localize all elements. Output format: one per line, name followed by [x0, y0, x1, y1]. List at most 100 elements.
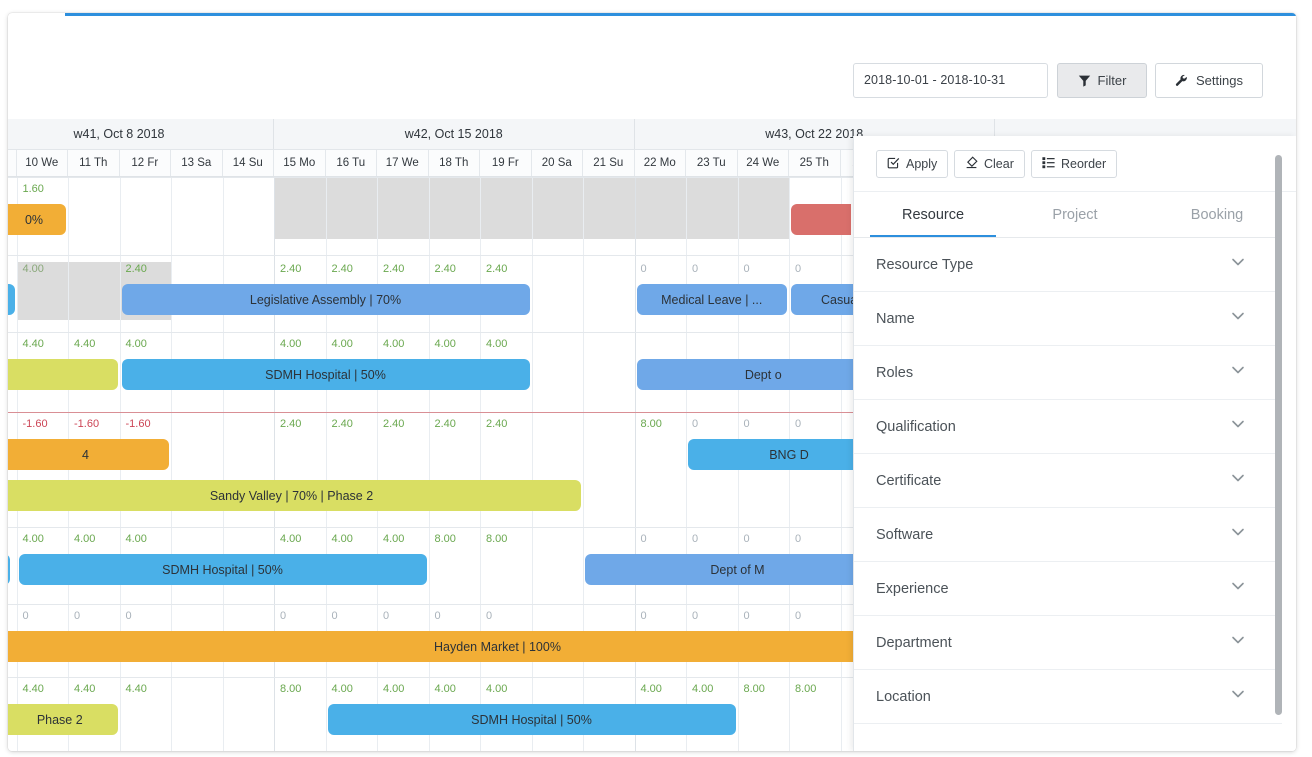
filter-item-certificate[interactable]: Certificate: [854, 454, 1282, 508]
filter-item-label: Resource Type: [876, 256, 974, 273]
day-value-cell: 0: [8, 609, 17, 623]
filter-panel-tabs[interactable]: Resource Project Booking: [854, 192, 1282, 238]
panel-scrollbar-track[interactable]: [1275, 136, 1289, 751]
booking-bar[interactable]: SDMH Hospital | 50%: [18, 554, 427, 585]
filter-button[interactable]: Filter: [1057, 63, 1147, 98]
booking-bar[interactable]: Dept o: [636, 359, 890, 390]
filter-item-roles[interactable]: Roles: [854, 346, 1282, 400]
day-header-cell: 25 Th: [789, 150, 841, 176]
filter-item-software[interactable]: Software: [854, 508, 1282, 562]
day-value-cell: 0: [640, 263, 647, 275]
booking-bar[interactable]: [8, 284, 15, 315]
day-value-cell: 0: [640, 610, 647, 622]
filter-item-experience[interactable]: Experience: [854, 562, 1282, 616]
day-value-cell: 4.00: [486, 338, 508, 350]
day-value-cell: 0: [125, 610, 132, 622]
booking-bar[interactable]: 4: [8, 439, 169, 470]
day-value-cell: 0: [692, 533, 699, 545]
day-value-cell: 4.00: [383, 338, 405, 350]
filter-item-name[interactable]: Name: [854, 292, 1282, 346]
day-value-cell: 0: [486, 610, 493, 622]
day-value-cell: 8.00: [8, 532, 17, 546]
filter-item-label: Software: [876, 526, 934, 543]
chevron-down-icon[interactable]: [1230, 254, 1246, 275]
day-value-cell: 4.00: [692, 683, 714, 695]
day-value-cell: 0: [743, 418, 750, 430]
booking-bar[interactable]: Hayden Market | 100%: [8, 631, 993, 662]
tab-booking[interactable]: Booking: [1146, 192, 1288, 237]
booking-bar[interactable]: [8, 359, 118, 390]
day-value-cell: 0: [795, 533, 802, 545]
booking-bar[interactable]: Phase 2: [8, 704, 118, 735]
day-value-cell: 4.00: [125, 533, 147, 545]
filter-item-label: Roles: [876, 364, 914, 381]
day-value-cell: 0: [331, 610, 338, 622]
day-value-cell: 4.00: [331, 338, 353, 350]
list-icon: [1042, 156, 1055, 172]
booking-bar[interactable]: Dept of M: [585, 554, 890, 585]
day-value-cell: 2.40: [331, 263, 353, 275]
chevron-down-icon[interactable]: [1230, 470, 1246, 491]
date-range-input[interactable]: 2018-10-01 - 2018-10-31: [853, 63, 1048, 98]
day-value-cell: 2.40: [331, 418, 353, 430]
chevron-down-icon[interactable]: [1230, 362, 1246, 383]
week-header-cell: w41, Oct 8 2018: [8, 119, 274, 149]
apply-button[interactable]: Apply: [876, 150, 949, 178]
day-value-cell: 4.00: [434, 338, 456, 350]
chevron-down-icon[interactable]: [1230, 416, 1246, 437]
settings-button[interactable]: Settings: [1155, 63, 1263, 98]
day-value-cell: 0: [692, 610, 699, 622]
filter-item-qualification[interactable]: Qualification: [854, 400, 1282, 454]
filter-category-list[interactable]: Resource Type Name Roles Qualification Certi…: [854, 238, 1282, 751]
day-header-cell: 15 Mo: [274, 150, 326, 176]
day-value-cell: 1.60: [8, 182, 17, 196]
booking-bar[interactable]: Legislative Assembly | 70%: [121, 284, 530, 315]
day-value-cell: 4.00: [383, 683, 405, 695]
chevron-down-icon[interactable]: [1230, 686, 1246, 707]
booking-bar[interactable]: Medical Leave | ...: [636, 284, 787, 315]
booking-bar[interactable]: [791, 204, 851, 235]
booking-bar[interactable]: SDMH Hospital | 50%: [327, 704, 736, 735]
day-value-cell: 4.00: [486, 683, 508, 695]
day-value-cell: -1.60: [22, 418, 48, 430]
day-value-cell: 0: [280, 610, 287, 622]
filter-item-location[interactable]: Location: [854, 670, 1282, 724]
booking-bar[interactable]: SDMH Hospital | 50%: [121, 359, 530, 390]
day-value-cell: 0: [640, 533, 647, 545]
reorder-button[interactable]: Reorder: [1031, 150, 1118, 178]
clear-button[interactable]: Clear: [954, 150, 1025, 178]
day-value-cell: 4.00: [280, 533, 302, 545]
tab-project[interactable]: Project: [1004, 192, 1146, 237]
day-value-cell: 3.20: [8, 262, 17, 276]
day-header-cell: 17 We: [377, 150, 429, 176]
filter-item-resource-type[interactable]: Resource Type: [854, 238, 1282, 292]
day-value-cell: 2.40: [280, 418, 302, 430]
filter-item-department[interactable]: Department: [854, 616, 1282, 670]
app-window: 2018-10-01 - 2018-10-31 Filter Settings …: [8, 13, 1296, 751]
day-value-cell: 0: [74, 610, 81, 622]
day-value-cell: 0: [22, 610, 29, 622]
chevron-down-icon[interactable]: [1230, 524, 1246, 545]
day-value-cell: 0: [795, 610, 802, 622]
chevron-down-icon[interactable]: [1230, 578, 1246, 599]
booking-bar[interactable]: [8, 554, 10, 585]
day-header-cell: 10 We: [17, 150, 68, 176]
day-header-cell: 21 Su: [583, 150, 635, 176]
chevron-down-icon[interactable]: [1230, 308, 1246, 329]
filter-panel-actions: Apply Clear Reorder: [854, 136, 1296, 192]
day-value-cell: 4.00: [434, 683, 456, 695]
day-value-cell: 0: [743, 533, 750, 545]
panel-scrollbar-thumb[interactable]: [1275, 155, 1282, 715]
chevron-down-icon[interactable]: [1230, 632, 1246, 653]
day-value-cell: 4.40: [22, 683, 44, 695]
filter-item-label: Location: [876, 688, 931, 705]
day-value-cell: 2.40: [434, 263, 456, 275]
booking-bar[interactable]: Sandy Valley | 70% | Phase 2: [8, 480, 581, 511]
day-header-cell: 11 Th: [68, 150, 120, 176]
day-value-cell: 8.00: [434, 533, 456, 545]
day-value-cell: 4.40: [8, 682, 17, 696]
booking-bar[interactable]: 0%: [8, 204, 66, 235]
tab-resource[interactable]: Resource: [862, 192, 1004, 237]
day-value-cell: 8.00: [640, 418, 662, 430]
toolbar: 2018-10-01 - 2018-10-31 Filter Settings: [8, 16, 1296, 119]
